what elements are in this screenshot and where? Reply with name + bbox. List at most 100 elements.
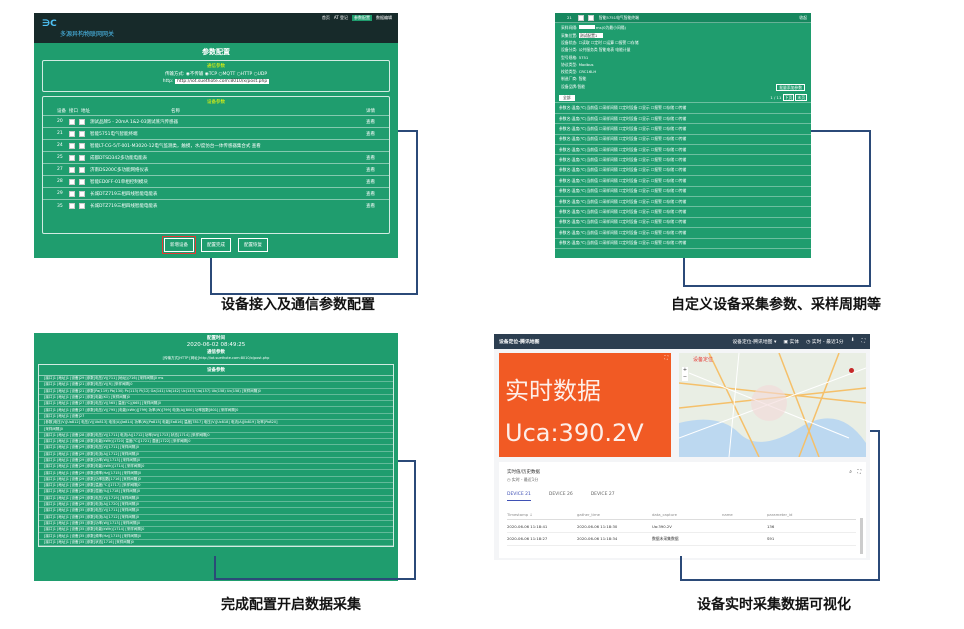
collapse-button[interactable]: 收起: [799, 15, 807, 21]
table-row[interactable]: 20 测试品牌5 - 20mA 1&2-03测试蒸汽传感器 查看: [43, 116, 389, 128]
fullscreen-icon[interactable]: ⛶: [862, 338, 865, 345]
protocol-label: 传输方式:: [164, 72, 185, 77]
config-done-button[interactable]: 配置完成: [201, 238, 231, 252]
device-map[interactable]: 设备定位 + −: [679, 353, 866, 457]
map-zoom-controls[interactable]: + −: [682, 367, 688, 381]
protocol-mqtt[interactable]: ○MQTT: [219, 72, 236, 77]
gateway-logo: ∋C: [42, 19, 57, 29]
location-select[interactable]: 测试配置1: [578, 32, 604, 38]
table-row[interactable]: 25 成都DTSD342多功能电能表 查看: [43, 152, 389, 164]
device-tabs: DEVICE 21 DEVICE 26 DEVICE 27: [507, 492, 615, 501]
download-icon[interactable]: ⬇: [851, 338, 855, 345]
history-time-range: ◷ 实时 - 最近1分: [507, 477, 539, 482]
param-item[interactable]: 参数名:温度(℃)当前值 ☐采样间隔 ☐定时设备 ☐显示 ☐报警 ☐存储 ☐传输: [555, 155, 811, 166]
config-summary: 配置时间 2020-06-02 08:49:25 通信参数 [传输方式]HTTP…: [34, 333, 398, 361]
dashboard-header: 设备定位-腾讯地图 设备定位-腾讯地图 ▾ ▣ 实体 ◷ 实时 - 最近1分 ⬇…: [494, 334, 870, 349]
add-device-button[interactable]: 新增设备: [162, 236, 196, 254]
param-item[interactable]: 参数名:温度(℃)当前值 ☐采样间隔 ☐定时设备 ☐显示 ☐报警 ☐存储 ☐传输: [555, 187, 811, 197]
table-row[interactable]: 24 智能LT-CG-5/T-001-M3020-12电气监测类，触摸，水/度仿台…: [43, 140, 389, 152]
next-page-button[interactable]: 下页: [782, 93, 795, 101]
protocol-tcp[interactable]: ◉TCP: [205, 72, 217, 77]
gateway-title: 多源异构物联网网关: [60, 31, 115, 38]
pagination-bar: 全部 1 / 11 下页 末页: [555, 93, 811, 104]
map-pin-icon[interactable]: [849, 368, 854, 373]
nav-data[interactable]: 数据编辑: [376, 15, 392, 21]
tab-device-27[interactable]: DEVICE 27: [591, 492, 615, 501]
url-input[interactable]: http://iot.suethote.com:8010/x/post.php: [174, 79, 270, 84]
param-item[interactable]: 参数名:温度(℃)当前值 ☐采样间隔 ☐定时设备 ☐显示 ☐报警 ☐存储 ☐传输: [555, 124, 811, 135]
scrollbar[interactable]: [860, 518, 863, 554]
last-page-button[interactable]: 末页: [795, 93, 807, 101]
filter-select[interactable]: 全部: [559, 94, 575, 101]
entity-button[interactable]: ▣ 实体: [783, 338, 799, 345]
field-row: 采样间隔: ms(0为最小间隔): [561, 25, 626, 31]
field-row: 协议类型: Modbus: [561, 61, 594, 67]
view-menu[interactable]: 设备定位-腾讯地图 ▾: [732, 338, 776, 345]
table-row[interactable]: 27 济南DS200C多功能网络仪表 查看: [43, 164, 389, 176]
search-icon[interactable]: ⌕: [849, 469, 852, 475]
table-row[interactable]: 35 长城DTZ719三相四线智能电能表 查看: [43, 200, 389, 212]
protocol-udp[interactable]: ○UDP: [254, 72, 267, 77]
sample-interval-input[interactable]: [578, 25, 595, 30]
gateway-header: ∋C 多源异构物联网网关 首页 AT 登记 参数配置 数据编辑: [34, 13, 398, 43]
nav-config[interactable]: 参数配置: [352, 15, 372, 21]
device-table-header: 设备 接口 地址 名称 详情: [43, 107, 389, 116]
top-nav: 首页 AT 登记 参数配置 数据编辑: [322, 15, 392, 21]
nav-at[interactable]: AT 登记: [334, 15, 348, 21]
field-row: 采集位置: 测试配置1: [561, 32, 805, 40]
param-item[interactable]: 参数名:温度(℃)当前值 ☐采样间隔 ☐定时设备 ☐显示 ☐报警 ☐存储 ☐传输: [555, 114, 811, 125]
tab-device-26[interactable]: DEVICE 26: [549, 492, 573, 501]
device-params-box: 设备参数 [接口]1 [地址]1 [设备]29 [参数]电压(V)[711] […: [38, 364, 394, 548]
field-row: 校验类型: CRC16LH: [561, 69, 597, 75]
comm-params-box: 通信参数 传输方式: ◉不传输 ◉TCP ○MQTT ○HTTP ○UDP ht…: [42, 60, 390, 92]
table-row[interactable]: 21 智能5751电气智能终端 查看: [43, 128, 389, 140]
map-title: 设备定位: [693, 357, 714, 363]
config-restore-button[interactable]: 配置恢复: [238, 238, 268, 252]
comm-params-title: 通信参数: [207, 350, 225, 355]
protocol-none[interactable]: ◉不传输: [186, 72, 203, 77]
param-item[interactable]: 参数名:温度(℃)当前值 ☐采样间隔 ☐定时设备 ☐显示 ☐报警 ☐存储 ☐传输: [555, 207, 811, 218]
param-item[interactable]: 参数名:温度(℃)当前值 ☐采样间隔 ☐定时设备 ☐显示 ☐报警 ☐存储 ☐传输: [555, 228, 811, 239]
param-item[interactable]: 参数名:温度(℃)当前值 ☐采样间隔 ☐定时设备 ☐显示 ☐报警 ☐存储 ☐传输: [555, 103, 811, 114]
connector-1: [210, 258, 418, 295]
connector-2b: [811, 130, 871, 287]
device-config-screenshot: ∋C 多源异构物联网网关 首页 AT 登记 参数配置 数据编辑 参数配置 通信参…: [34, 13, 398, 258]
param-item[interactable]: 参数名:温度(℃)当前值 ☐采样间隔 ☐定时设备 ☐显示 ☐报警 ☐存储 ☐传输: [555, 176, 811, 187]
nav-home[interactable]: 首页: [322, 15, 330, 21]
connector-1b: [398, 130, 418, 295]
realtime-card: 实时数据 Uca:390.2V ⛶: [499, 353, 671, 457]
collect-params-screenshot: 21 智能5751电气智能终端 收起 采样间隔: ms(0为最小间隔) 采集位置…: [555, 13, 811, 258]
param-item[interactable]: 参数名:温度(℃)当前值 ☐采样间隔 ☐定时设备 ☐显示 ☐报警 ☐存储 ☐传输: [555, 239, 811, 249]
param-item[interactable]: 参数名:温度(℃)当前值 ☐采样间隔 ☐定时设备 ☐显示 ☐报警 ☐存储 ☐传输: [555, 197, 811, 208]
log-line: [接口]1 [地址]1 [设备]35 [参数]状态[1716] [采样间隔]0: [39, 540, 393, 547]
device-params-box: 设备参数 设备 接口 地址 名称 详情 20 测试品牌5 - 20mA 1&2-0…: [42, 96, 390, 234]
collect-start-screenshot: 配置时间 2020-06-02 08:49:25 通信参数 [传输方式]HTTP…: [34, 333, 398, 581]
param-item[interactable]: 参数名:温度(℃)当前值 ☐采样间隔 ☐定时设备 ☐显示 ☐报警 ☐存储 ☐传输: [555, 145, 811, 156]
table-row[interactable]: 2020-06-06 11:18:27 2020-06-06 11:18:34 数据…: [507, 536, 856, 546]
connector-4: [680, 556, 880, 581]
history-table-card: 实时值/历史数据 ◷ 实时 - 最近1分 ⌕ ⛶ DEVICE 21 DEVIC…: [499, 462, 866, 558]
protocol-http[interactable]: ○HTTP: [237, 72, 252, 77]
device-params-title: 设备参数: [207, 100, 225, 105]
param-item[interactable]: 参数名:温度(℃)当前值 ☐采样间隔 ☐定时设备 ☐显示 ☐报警 ☐存储 ☐传输: [555, 135, 811, 146]
protocol-row: 传输方式: ◉不传输 ◉TCP ○MQTT ○HTTP ○UDP: [43, 71, 389, 77]
connector-3b: [398, 460, 416, 580]
expand-icon[interactable]: ⛶: [857, 469, 861, 475]
table-row[interactable]: 2020-06-06 11:18:41 2020-06-06 11:18:30 Ua…: [507, 524, 856, 533]
action-buttons: 新增设备 配置完成 配置恢复: [34, 236, 398, 254]
param-item[interactable]: 参数名:温度(℃)当前值 ☐采样间隔 ☐定时设备 ☐显示 ☐报警 ☐存储 ☐传输: [555, 218, 811, 229]
dashboard-title: 设备定位-腾讯地图: [499, 340, 540, 345]
connector-3: [214, 556, 416, 580]
param-item[interactable]: 参数名:温度(℃)当前值 ☐采样间隔 ☐定时设备 ☐显示 ☐报警 ☐存储 ☐传输: [555, 166, 811, 177]
realtime-title: 实时数据: [505, 377, 601, 405]
tab-device-21[interactable]: DEVICE 21: [507, 492, 531, 501]
config-time-title: 配置时间: [207, 336, 225, 341]
field-row: 设备品牌: 智能 批量添加参数: [561, 83, 805, 92]
time-button[interactable]: ◷ 实时 - 最近1分: [806, 338, 844, 345]
table-row[interactable]: 28 智能ED0FF-01单相控制模块 查看: [43, 176, 389, 188]
map-canvas: [679, 353, 866, 457]
expand-icon[interactable]: ⛶: [664, 355, 668, 361]
table-header: Timestamp ↓ gather_time data_capture nam…: [507, 512, 856, 520]
batch-add-button[interactable]: 批量添加参数: [776, 83, 805, 92]
table-row[interactable]: 29 长城DTZ719三相四线智能电能表 查看: [43, 188, 389, 200]
